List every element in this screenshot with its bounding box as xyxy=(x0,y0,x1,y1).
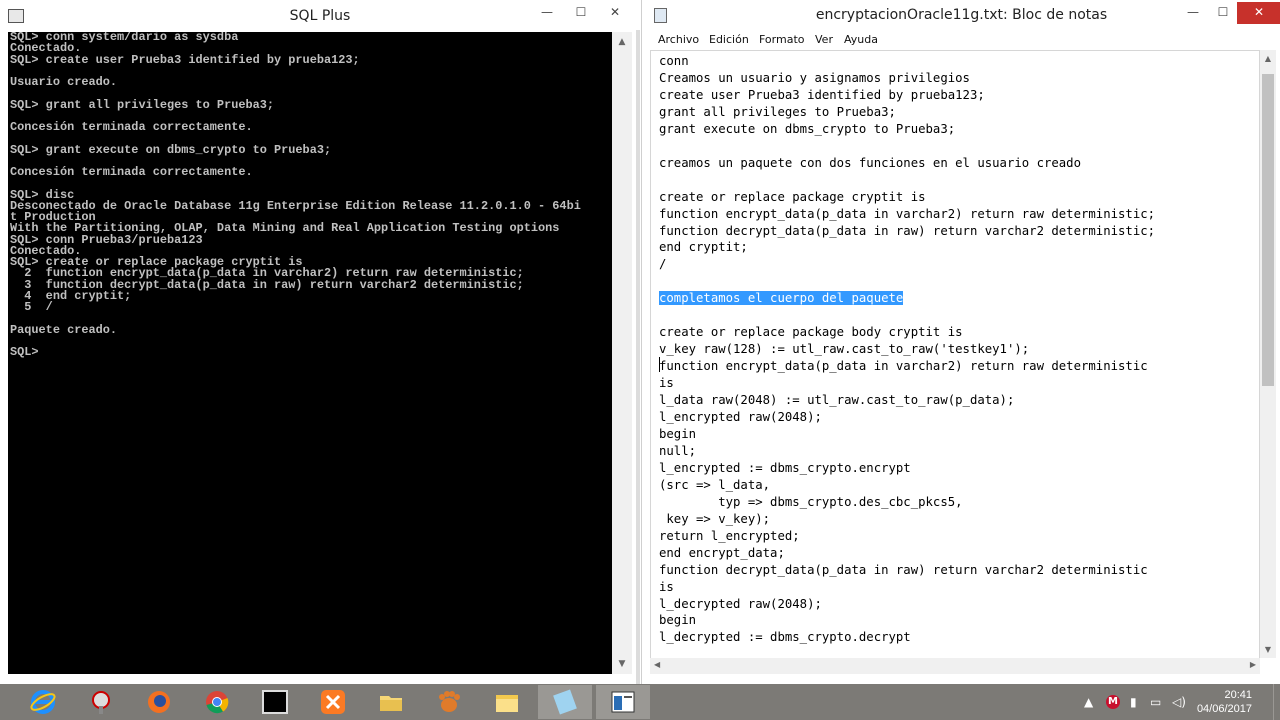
sqlplus-minimize-button[interactable]: — xyxy=(532,2,562,24)
xampp-icon xyxy=(321,690,345,714)
selected-text: completamos el cuerpo del paquete xyxy=(659,291,904,306)
document-text-after: create or replace package body cryptit i… xyxy=(659,325,1148,645)
taskbar-tools-app[interactable] xyxy=(74,685,128,719)
menu-ayuda[interactable]: Ayuda xyxy=(844,33,878,46)
notepad-minimize-button[interactable]: — xyxy=(1178,2,1208,24)
taskbar-internet-explorer[interactable] xyxy=(16,685,70,719)
folder-icon xyxy=(496,695,518,712)
firefox-icon xyxy=(148,691,170,713)
text-caret xyxy=(659,357,660,372)
menu-edicion[interactable]: Edición xyxy=(709,33,749,46)
chrome-icon xyxy=(206,691,229,714)
show-desktop-button[interactable] xyxy=(1273,684,1280,720)
sqlplus-maximize-button[interactable]: ☐ xyxy=(566,2,596,24)
clock[interactable]: 20:41 04/06/2017 xyxy=(1197,688,1252,716)
document-text-before: conn Creamos un usuario y asignamos priv… xyxy=(659,54,1156,272)
scroll-down-arrow-icon[interactable]: ▼ xyxy=(612,656,632,672)
taskbar-chrome[interactable] xyxy=(190,685,244,719)
window-border xyxy=(636,30,640,684)
battery-plug-icon[interactable]: ▭ xyxy=(1150,695,1161,709)
notepad-titlebar[interactable]: encryptacionOracle11g.txt: Bloc de notas… xyxy=(642,0,1280,30)
command-prompt-icon xyxy=(262,690,288,714)
internet-explorer-icon xyxy=(30,690,56,714)
notepad-horizontal-scrollbar[interactable]: ◀ ▶ xyxy=(650,658,1260,674)
taskbar-firefox[interactable] xyxy=(132,685,186,719)
file-explorer-icon xyxy=(380,696,402,711)
scroll-left-arrow-icon[interactable]: ◀ xyxy=(654,660,660,669)
taskbar-sqlplus[interactable] xyxy=(596,685,650,719)
notepad-document[interactable]: conn Creamos un usuario y asignamos priv… xyxy=(651,51,1259,646)
sqlplus-close-button[interactable]: ✕ xyxy=(600,2,630,24)
taskbar: ▲ M ▮ ▭ ◁) 20:41 04/06/2017 xyxy=(0,684,1280,720)
scrollbar-thumb[interactable] xyxy=(1262,74,1274,386)
notepad-window[interactable]: encryptacionOracle11g.txt: Bloc de notas… xyxy=(641,0,1280,686)
taskbar-paw-app[interactable] xyxy=(422,685,476,719)
console-vertical-scrollbar[interactable]: ▲ ▼ xyxy=(612,32,632,674)
clock-date: 04/06/2017 xyxy=(1196,703,1252,715)
notepad-vertical-scrollbar[interactable]: ▲ ▼ xyxy=(1260,50,1276,658)
console-output: SQL> conn system/dario as sysdba Conecta… xyxy=(10,32,581,359)
network-icon[interactable]: ▮ xyxy=(1130,695,1137,709)
sqlplus-window[interactable]: SQL Plus — ☐ ✕ SQL> conn system/dario as… xyxy=(0,0,640,684)
taskbar-file-explorer[interactable] xyxy=(364,685,418,719)
volume-icon[interactable]: ◁) xyxy=(1172,695,1186,709)
tools-icon xyxy=(92,691,110,714)
mcafee-icon[interactable]: M xyxy=(1106,695,1120,709)
taskbar-folder[interactable] xyxy=(480,685,534,719)
notepad-maximize-button[interactable]: ☐ xyxy=(1208,2,1238,24)
show-hidden-icons-icon[interactable]: ▲ xyxy=(1084,695,1093,709)
scroll-up-arrow-icon[interactable]: ▲ xyxy=(612,34,632,50)
notepad-text-area[interactable]: conn Creamos un usuario y asignamos priv… xyxy=(650,50,1260,658)
scroll-right-arrow-icon[interactable]: ▶ xyxy=(1250,660,1256,669)
paw-icon xyxy=(439,691,460,712)
scroll-up-arrow-icon[interactable]: ▲ xyxy=(1260,54,1276,63)
taskbar-xampp[interactable] xyxy=(306,685,360,719)
notepad-menubar: Archivo Edición Formato Ver Ayuda xyxy=(650,30,1275,50)
notepad-close-button[interactable]: ✕ xyxy=(1237,2,1280,24)
taskbar-command-prompt[interactable] xyxy=(248,685,302,719)
clock-time: 20:41 xyxy=(1224,689,1252,701)
menu-formato[interactable]: Formato xyxy=(759,33,805,46)
notepad-icon xyxy=(553,689,577,715)
system-tray: ▲ M ▮ ▭ ◁) 20:41 04/06/2017 xyxy=(1080,684,1280,720)
menu-ver[interactable]: Ver xyxy=(815,33,833,46)
menu-archivo[interactable]: Archivo xyxy=(658,33,699,46)
sqlplus-titlebar[interactable]: SQL Plus — ☐ ✕ xyxy=(0,0,640,32)
sqlplus-console[interactable]: SQL> conn system/dario as sysdba Conecta… xyxy=(8,32,612,674)
sqlplus-icon xyxy=(611,691,635,713)
scroll-down-arrow-icon[interactable]: ▼ xyxy=(1260,645,1276,654)
taskbar-notepad[interactable] xyxy=(538,685,592,719)
